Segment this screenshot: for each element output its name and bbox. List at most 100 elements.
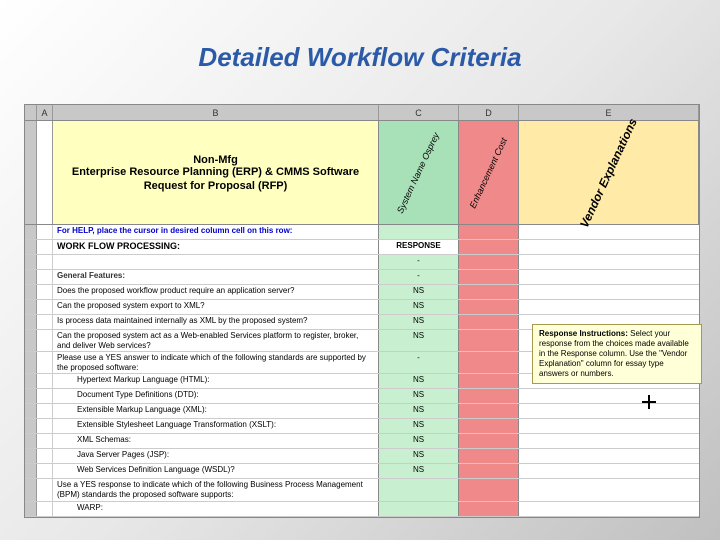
response-cell[interactable]: NS (379, 285, 459, 299)
rownum-header (25, 105, 37, 120)
table-row: Java Server Pages (JSP):NS (25, 449, 699, 464)
col-header-d[interactable]: D (459, 105, 519, 120)
table-row: WORK FLOW PROCESSING:RESPONSE (25, 240, 699, 255)
criteria-cell[interactable]: Can the proposed system export to XML? (53, 300, 379, 314)
table-row: Use a YES response to indicate which of … (25, 479, 699, 501)
header-row: Non-Mfg Enterprise Resource Planning (ER… (25, 121, 699, 225)
explanation-cell[interactable] (519, 285, 699, 299)
response-cell[interactable]: - (379, 270, 459, 284)
response-cell[interactable]: NS (379, 464, 459, 478)
col-header-c[interactable]: C (379, 105, 459, 120)
cost-cell[interactable] (459, 315, 519, 329)
cost-cell[interactable] (459, 389, 519, 403)
explanation-cell[interactable] (519, 449, 699, 463)
tooltip-title: Response Instructions: (539, 329, 628, 338)
cursor-crosshair-icon (642, 395, 656, 409)
cost-cell[interactable] (459, 285, 519, 299)
criteria-cell[interactable]: Hypertext Markup Language (HTML): (53, 374, 379, 388)
cost-cell[interactable] (459, 434, 519, 448)
table-row: - (25, 255, 699, 270)
explanation-cell[interactable] (519, 419, 699, 433)
response-cell[interactable] (379, 479, 459, 500)
table-row: XML Schemas:NS (25, 434, 699, 449)
table-row: WARP: (25, 502, 699, 517)
cost-cell[interactable] (459, 404, 519, 418)
response-cell[interactable]: NS (379, 374, 459, 388)
cost-cell[interactable] (459, 449, 519, 463)
response-cell[interactable]: - (379, 352, 459, 373)
criteria-cell[interactable]: Web Services Definition Language (WSDL)? (53, 464, 379, 478)
explanation-cell[interactable] (519, 225, 699, 239)
explanation-cell[interactable] (519, 255, 699, 269)
criteria-cell[interactable]: Is process data maintained internally as… (53, 315, 379, 329)
response-cell[interactable] (379, 225, 459, 239)
rfp-title-line3: Request for Proposal (RFP) (144, 180, 288, 192)
cost-cell[interactable] (459, 352, 519, 373)
table-row: Can the proposed system export to XML?NS (25, 300, 699, 315)
col-header-e[interactable]: E (519, 105, 699, 120)
explanation-cell[interactable] (519, 389, 699, 403)
cost-cell[interactable] (459, 270, 519, 284)
criteria-cell[interactable]: Can the proposed system act as a Web-ena… (53, 330, 379, 351)
col-header-a[interactable]: A (37, 105, 53, 120)
rfp-title-cell: Non-Mfg Enterprise Resource Planning (ER… (53, 121, 379, 224)
table-row: Does the proposed workflow product requi… (25, 285, 699, 300)
col-c-label: System Name Osprey (379, 121, 459, 224)
criteria-cell[interactable]: XML Schemas: (53, 434, 379, 448)
rfp-title-line2: Enterprise Resource Planning (ERP) & CMM… (72, 166, 359, 178)
rfp-title-line1: Non-Mfg (193, 154, 238, 166)
cost-cell[interactable] (459, 374, 519, 388)
table-row: Extensible Markup Language (XML):NS (25, 404, 699, 419)
explanation-cell[interactable] (519, 270, 699, 284)
response-cell[interactable]: NS (379, 389, 459, 403)
response-cell[interactable]: NS (379, 449, 459, 463)
cost-cell[interactable] (459, 330, 519, 351)
col-header-b[interactable]: B (53, 105, 379, 120)
cost-cell[interactable] (459, 255, 519, 269)
table-row: Extensible Stylesheet Language Transform… (25, 419, 699, 434)
response-cell[interactable]: NS (379, 300, 459, 314)
cost-cell[interactable] (459, 479, 519, 500)
criteria-cell[interactable]: Use a YES response to indicate which of … (53, 479, 379, 500)
response-cell[interactable]: NS (379, 315, 459, 329)
col-d-label: Enhancement Cost (459, 121, 519, 224)
response-cell[interactable]: NS (379, 404, 459, 418)
criteria-cell[interactable]: WARP: (53, 502, 379, 516)
criteria-cell[interactable]: Extensible Markup Language (XML): (53, 404, 379, 418)
explanation-cell[interactable] (519, 479, 699, 500)
cost-cell[interactable] (459, 225, 519, 239)
criteria-cell[interactable]: Document Type Definitions (DTD): (53, 389, 379, 403)
response-instructions-tooltip: Response Instructions: Select your respo… (532, 324, 702, 384)
cost-cell[interactable] (459, 240, 519, 254)
cost-cell[interactable] (459, 300, 519, 314)
table-row: For HELP, place the cursor in desired co… (25, 225, 699, 240)
response-cell[interactable] (379, 502, 459, 516)
response-cell[interactable]: NS (379, 330, 459, 351)
criteria-cell[interactable]: WORK FLOW PROCESSING: (53, 240, 379, 254)
cost-cell[interactable] (459, 464, 519, 478)
table-row: Web Services Definition Language (WSDL)?… (25, 464, 699, 479)
explanation-cell[interactable] (519, 434, 699, 448)
spreadsheet-view: A B C D E Non-Mfg Enterprise Resource Pl… (24, 104, 700, 518)
response-cell[interactable]: NS (379, 419, 459, 433)
criteria-cell[interactable]: Extensible Stylesheet Language Transform… (53, 419, 379, 433)
criteria-cell[interactable]: Java Server Pages (JSP): (53, 449, 379, 463)
table-row: General Features:- (25, 270, 699, 285)
explanation-cell[interactable] (519, 404, 699, 418)
explanation-cell[interactable] (519, 240, 699, 254)
explanation-cell[interactable] (519, 300, 699, 314)
explanation-cell[interactable] (519, 464, 699, 478)
response-cell[interactable]: RESPONSE (379, 240, 459, 254)
criteria-cell[interactable]: Please use a YES answer to indicate whic… (53, 352, 379, 373)
criteria-cell[interactable]: Does the proposed workflow product requi… (53, 285, 379, 299)
response-cell[interactable]: NS (379, 434, 459, 448)
criteria-cell[interactable] (53, 255, 379, 269)
cost-cell[interactable] (459, 419, 519, 433)
col-e-label: Vendor Explanations (519, 121, 699, 224)
column-headers: A B C D E (25, 105, 699, 121)
cost-cell[interactable] (459, 502, 519, 516)
criteria-cell[interactable]: General Features: (53, 270, 379, 284)
explanation-cell[interactable] (519, 502, 699, 516)
response-cell[interactable]: - (379, 255, 459, 269)
criteria-cell[interactable]: For HELP, place the cursor in desired co… (53, 225, 379, 239)
